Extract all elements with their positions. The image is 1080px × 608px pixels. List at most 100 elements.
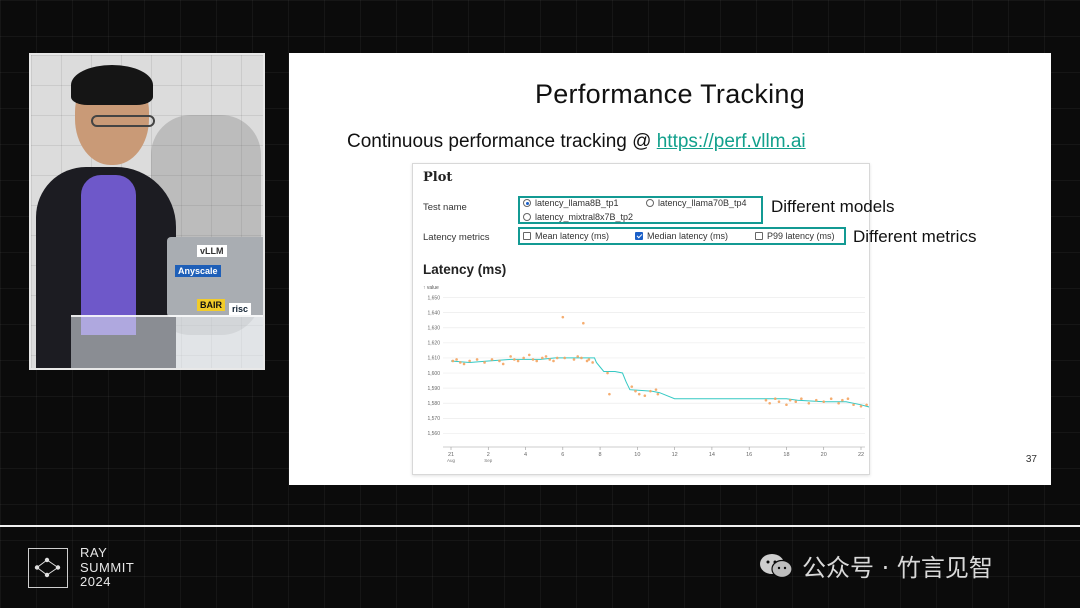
podium	[71, 315, 263, 368]
wechat-watermark: 公众号 · 竹言见智	[758, 548, 993, 583]
x-tick-label: 20	[821, 452, 827, 458]
data-point	[764, 398, 768, 402]
data-point	[587, 358, 591, 361]
slide-subtitle: Continuous performance tracking @ https:…	[347, 131, 806, 153]
logo-line: SUMMIT	[80, 559, 135, 575]
test-option-label: latency_mixtral8x7B_tp2	[535, 212, 634, 222]
x-tick-label: 10	[634, 452, 640, 458]
data-point	[475, 358, 479, 361]
y-tick-label: 1,630	[427, 326, 440, 332]
metric-option-median[interactable]: Median latency (ms)	[635, 231, 728, 241]
data-point	[649, 389, 652, 393]
y-tick-label: 1,560	[427, 431, 440, 437]
data-point	[768, 401, 771, 405]
data-point	[561, 315, 565, 319]
data-point	[572, 358, 576, 361]
y-tick-label: 1,640	[427, 310, 440, 316]
data-point	[852, 403, 855, 407]
data-point	[576, 355, 580, 358]
speaker-hair	[71, 65, 153, 105]
test-option-mixtral[interactable]: latency_mixtral8x7B_tp2	[523, 212, 633, 222]
test-option-llama8b[interactable]: latency_llama8B_tp1	[523, 198, 619, 208]
data-point	[654, 388, 658, 391]
data-point	[637, 392, 641, 396]
ray-logo-icon	[28, 548, 68, 588]
data-point	[837, 401, 840, 405]
perf-link[interactable]: https://perf.vllm.ai	[657, 131, 806, 152]
data-point	[582, 321, 585, 325]
data-point	[483, 361, 486, 364]
data-point	[451, 359, 455, 363]
data-point	[794, 400, 798, 404]
page-number: 37	[1025, 454, 1037, 465]
y-tick-label: 1,580	[427, 401, 440, 407]
sticker-risc: risc	[229, 303, 252, 315]
test-option-llama70b[interactable]: latency_llama70B_tp4	[646, 198, 747, 208]
metric-option-label: Median latency (ms)	[647, 231, 729, 241]
data-point	[807, 401, 811, 405]
data-point	[541, 356, 544, 360]
data-point	[822, 400, 826, 404]
data-point	[459, 361, 462, 364]
data-point	[522, 356, 525, 360]
panel-title: Plot	[423, 170, 453, 185]
data-point	[865, 403, 868, 407]
data-point	[548, 358, 552, 361]
data-point	[516, 359, 520, 363]
data-point	[498, 359, 501, 363]
x-tick-label: 22	[858, 452, 864, 458]
checkbox-checked-icon[interactable]	[635, 232, 643, 240]
logo-line: RAY	[80, 545, 108, 560]
test-option-label: latency_llama70B_tp4	[658, 198, 747, 208]
subtitle-text: Continuous performance tracking @	[347, 131, 657, 152]
data-point	[513, 358, 516, 361]
metric-option-label: P99 latency (ms)	[767, 231, 835, 241]
data-point	[535, 359, 539, 363]
data-point	[643, 394, 647, 397]
sticker-anyscale: Anyscale	[175, 265, 221, 277]
speaker-glasses	[91, 115, 155, 127]
y-axis-label: ↑ value	[423, 285, 439, 291]
logo-line: 2024	[80, 574, 111, 589]
data-point	[814, 398, 818, 402]
data-point	[591, 361, 594, 364]
chart-title: Latency (ms)	[423, 262, 507, 277]
radio-icon[interactable]	[646, 199, 654, 207]
data-point	[490, 358, 494, 361]
radio-selected-icon[interactable]	[523, 199, 531, 207]
watermark-text: 公众号 · 竹言见智	[802, 554, 993, 582]
data-point	[777, 400, 781, 404]
latency-chart: ↑ value 1,560 1,570 1,580 1,590 1,600 1,610 1,6…	[423, 285, 869, 463]
data-point	[788, 398, 792, 402]
data-point	[462, 362, 466, 366]
x-tick-label: 4	[524, 452, 527, 458]
metric-option-p99[interactable]: P99 latency (ms)	[755, 231, 835, 241]
data-point	[656, 392, 660, 396]
wechat-icon	[758, 552, 794, 580]
x-tick-label: 18	[783, 452, 789, 458]
radio-icon[interactable]	[523, 213, 531, 221]
data-point	[455, 358, 458, 361]
data-point	[468, 359, 471, 363]
data-point	[634, 389, 637, 393]
y-tick-label: 1,590	[427, 386, 440, 392]
data-point	[785, 403, 788, 407]
x-tick-sublabel: Aug	[447, 458, 456, 463]
slide: Performance Tracking Continuous performa…	[289, 53, 1051, 485]
y-tick-label: 1,570	[427, 416, 440, 422]
ray-summit-logo-text: RAY SUMMIT 2024	[80, 545, 135, 590]
x-tick-label: 8	[599, 452, 602, 458]
x-tick-label: 14	[709, 452, 715, 458]
data-point	[606, 371, 609, 375]
latency-line	[450, 357, 869, 408]
x-tick-sublabel: Sep	[484, 458, 493, 463]
metric-option-mean[interactable]: Mean latency (ms)	[523, 231, 609, 241]
laptop: vLLM Anyscale BAIR risc	[167, 237, 263, 317]
checkbox-icon[interactable]	[523, 232, 531, 240]
speaker-shirt	[81, 175, 136, 335]
data-point	[527, 353, 531, 357]
checkbox-icon[interactable]	[755, 232, 763, 240]
y-tick-label: 1,600	[427, 371, 440, 377]
latency-metrics-label: Latency metrics	[423, 232, 490, 243]
data-point	[773, 397, 777, 401]
